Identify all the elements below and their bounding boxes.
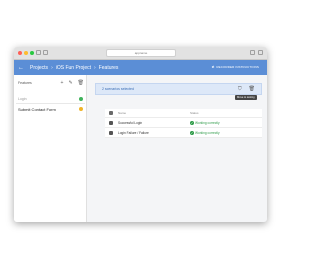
selection-bar: 2 scenarios selected ⛉ 🗑 [95, 83, 262, 95]
breadcrumb-separator-icon: › [51, 64, 53, 71]
trash-icon[interactable]: 🗑 [249, 86, 255, 92]
back-nav-icon[interactable] [36, 50, 41, 55]
breadcrumb-project[interactable]: iOS Fun Project [56, 65, 91, 71]
address-text: appname [134, 51, 148, 55]
sidebar-actions: + ✎ 🗑 [61, 80, 84, 86]
status-cell: ✓ Working correctly [190, 130, 220, 135]
recorder-instructions-label: Recorder Instructions [216, 65, 259, 69]
share-icon[interactable] [250, 50, 255, 55]
address-bar[interactable]: appname [106, 49, 176, 57]
minimize-window-icon[interactable] [24, 51, 28, 55]
sidebar-item-label: Login [18, 97, 27, 101]
recorder-icon: ⇄ [211, 65, 215, 69]
sidebar-item-login[interactable]: Login [16, 95, 85, 104]
close-window-icon[interactable] [18, 51, 22, 55]
scenario-name: Login Failure / Failure [118, 130, 149, 135]
check-circle-icon: ✓ [190, 130, 194, 135]
column-name-header[interactable]: Name [118, 111, 190, 115]
column-status-header[interactable]: Status [190, 111, 199, 115]
row-checkbox[interactable] [109, 120, 113, 125]
recorder-instructions-button[interactable]: ⇄ Recorder Instructions [212, 65, 259, 69]
maximize-window-icon[interactable] [30, 51, 34, 55]
edit-icon[interactable]: ✎ [68, 80, 72, 86]
table-row[interactable]: Login Failure / Failure ✓ Working correc… [105, 128, 262, 138]
status-text: Working correctly [195, 130, 220, 135]
sidebar-title: Features [18, 81, 32, 85]
row-checkbox[interactable] [109, 130, 113, 135]
window-controls [18, 51, 34, 55]
status-dot-icon [79, 107, 83, 111]
main-panel: 2 scenarios selected ⛉ 🗑 Move to testing… [88, 75, 267, 222]
table-header: Name Status [105, 109, 262, 118]
check-circle-icon: ✓ [190, 120, 194, 125]
app-window: appname ← Projects › iOS Fun Project › F… [14, 47, 267, 222]
sidebar-item-submit-contact-form[interactable]: Submit Contact Form [16, 105, 85, 114]
toolbar-icons [250, 50, 263, 55]
tabs-icon[interactable] [258, 50, 263, 55]
forward-nav-icon[interactable] [43, 50, 48, 55]
status-cell: ✓ Working correctly [190, 120, 220, 125]
back-arrow-icon[interactable]: ← [18, 65, 24, 71]
stage: appname ← Projects › iOS Fun Project › F… [0, 0, 280, 280]
tooltip: Move to testing [235, 95, 257, 100]
nav-buttons [36, 50, 48, 55]
move-to-testing-icon[interactable]: ⛉ [238, 86, 242, 92]
scenarios-table: Name Status Successful Login ✓ Working c… [105, 109, 262, 138]
delete-icon[interactable]: 🗑 [78, 80, 84, 86]
browser-titlebar: appname [14, 47, 267, 60]
status-text: Working correctly [195, 120, 220, 125]
features-sidebar: Features + ✎ 🗑 Login Submit Contact Form [14, 75, 87, 222]
sidebar-header: Features + ✎ 🗑 [18, 80, 84, 87]
breadcrumb-projects[interactable]: Projects [30, 65, 48, 71]
status-dot-icon [79, 97, 83, 101]
select-all-checkbox[interactable] [109, 111, 113, 115]
app-header: ← Projects › iOS Fun Project › Features … [14, 60, 267, 75]
table-row[interactable]: Successful Login ✓ Working correctly [105, 118, 262, 128]
selection-count: 2 scenarios selected [102, 87, 134, 91]
scenario-name: Successful Login [118, 120, 143, 125]
add-icon[interactable]: + [61, 80, 64, 86]
breadcrumb-features: Features [98, 64, 119, 71]
breadcrumb-separator-icon: › [94, 64, 96, 71]
selection-actions: ⛉ 🗑 [238, 86, 255, 92]
sidebar-item-label: Submit Contact Form [18, 107, 56, 112]
